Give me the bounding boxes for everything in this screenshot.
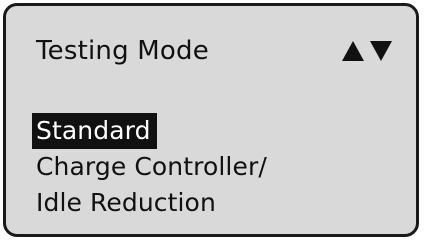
menu-item-label: Charge Controller/ bbox=[36, 152, 267, 181]
triangle-down-icon[interactable] bbox=[368, 38, 394, 64]
menu-item-idle-reduction[interactable]: Idle Reduction bbox=[36, 185, 396, 221]
page-title: Testing Mode bbox=[36, 36, 209, 66]
mode-menu: Standard Charge Controller/ Idle Reducti… bbox=[32, 113, 396, 221]
menu-item-label: Standard bbox=[32, 113, 157, 149]
lcd-screen: Testing Mode Standard Charge Controller/… bbox=[3, 3, 419, 237]
menu-item-charge-controller[interactable]: Charge Controller/ bbox=[36, 149, 396, 185]
scroll-arrows bbox=[340, 38, 394, 64]
screen-header: Testing Mode bbox=[36, 34, 394, 74]
menu-item-label: Idle Reduction bbox=[36, 188, 216, 217]
triangle-up-icon[interactable] bbox=[340, 38, 366, 64]
menu-item-standard[interactable]: Standard bbox=[32, 113, 396, 149]
